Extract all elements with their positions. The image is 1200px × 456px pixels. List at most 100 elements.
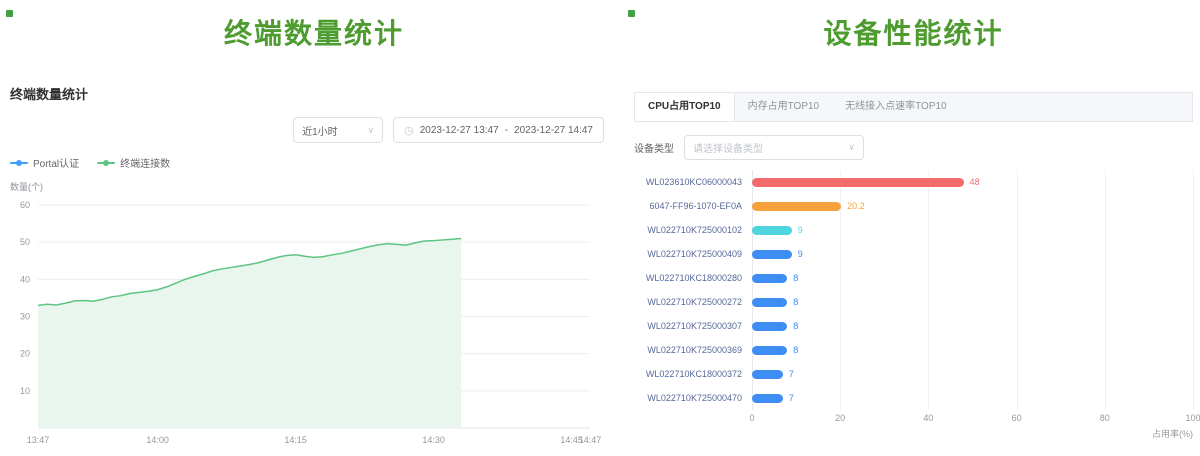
tab-1[interactable]: 内存占用TOP10 xyxy=(735,93,833,121)
svg-text:30: 30 xyxy=(20,312,30,322)
line-chart-container: 10203040506013:4714:0014:1514:3014:4514:… xyxy=(10,195,618,450)
terminal-count-area-chart: 10203040506013:4714:0014:1514:3014:4514:… xyxy=(10,195,610,450)
x-axis-tick: 60 xyxy=(1012,413,1022,423)
performance-tabs: CPU占用TOP10内存占用TOP10无线接入点速率TOP10 xyxy=(634,92,1193,122)
terminal-stats-panel: 终端数量统计 近1小时 ∨ ◷ 2023-12-27 13:47 - 2023-… xyxy=(10,84,618,450)
bar-value: 8 xyxy=(793,273,798,283)
legend-marker-icon xyxy=(10,162,28,164)
x-axis-tick: 100 xyxy=(1185,413,1200,423)
bar-category-label: 6047-FF96-1070-EF0A xyxy=(634,194,752,218)
svg-text:13:47: 13:47 xyxy=(27,435,50,445)
bar-category-label: WL022710K725000102 xyxy=(634,218,752,242)
svg-text:60: 60 xyxy=(20,200,30,210)
bar[interactable] xyxy=(752,178,964,187)
chevron-down-icon: ∨ xyxy=(848,142,855,153)
bar-row: 7 xyxy=(752,386,1193,410)
svg-text:14:00: 14:00 xyxy=(146,435,169,445)
terminal-stats-section: 终端数量统计 终端数量统计 近1小时 ∨ ◷ 2023-12-27 13:47 … xyxy=(0,0,618,456)
date-range-separator: - xyxy=(505,125,508,136)
bar-row: 8 xyxy=(752,290,1193,314)
bar-category-label: WL022710KC18000280 xyxy=(634,266,752,290)
bar-value: 7 xyxy=(789,393,794,403)
bar-value: 20.2 xyxy=(847,201,865,211)
chart-legend: Portal认证 终端连接数 xyxy=(10,155,618,170)
terminal-stats-heading: 终端数量统计 xyxy=(10,12,618,52)
bar[interactable] xyxy=(752,274,787,283)
grid-line xyxy=(1193,170,1194,410)
device-type-row: 设备类型 请选择设备类型 ∨ xyxy=(634,135,1193,160)
tab-2[interactable]: 无线接入点速率TOP10 xyxy=(832,93,960,121)
bar-row: 20.2 xyxy=(752,194,1193,218)
legend-item-0[interactable]: Portal认证 xyxy=(10,155,79,170)
bar[interactable] xyxy=(752,322,787,331)
bar-value: 8 xyxy=(793,345,798,355)
bar-rows: 48 20.2 9 9 8 8 8 8 7 7 xyxy=(752,170,1193,410)
bar-value: 48 xyxy=(970,177,980,187)
bar-category-label: WL022710K725000272 xyxy=(634,290,752,314)
date-range-start: 2023-12-27 13:47 xyxy=(420,125,499,136)
bar-row: 7 xyxy=(752,362,1193,386)
x-axis-tick: 0 xyxy=(749,413,754,423)
svg-text:14:15: 14:15 xyxy=(284,435,307,445)
bar-category-label: WL023610KC06000043 xyxy=(634,170,752,194)
bar[interactable] xyxy=(752,298,787,307)
bar-category-label: WL022710KC18000372 xyxy=(634,362,752,386)
bar-plot-area: 4820.299888877 020406080100 占用率(%) xyxy=(752,170,1193,440)
bar-value: 8 xyxy=(793,321,798,331)
device-type-select[interactable]: 请选择设备类型 ∨ xyxy=(684,135,864,160)
x-axis-tick: 80 xyxy=(1100,413,1110,423)
date-range-picker[interactable]: ◷ 2023-12-27 13:47 - 2023-12-27 14:47 xyxy=(393,117,604,143)
date-range-end: 2023-12-27 14:47 xyxy=(514,125,593,136)
bar[interactable] xyxy=(752,202,841,211)
svg-text:50: 50 xyxy=(20,237,30,247)
legend-label: Portal认证 xyxy=(33,155,79,170)
bar-category-labels: WL023610KC060000436047-FF96-1070-EF0AWL0… xyxy=(634,170,752,440)
time-range-select[interactable]: 近1小时 ∨ xyxy=(293,117,383,143)
tab-0[interactable]: CPU占用TOP10 xyxy=(635,93,735,121)
device-performance-panel: CPU占用TOP10内存占用TOP10无线接入点速率TOP10 设备类型 请选择… xyxy=(634,92,1193,440)
legend-item-1[interactable]: 终端连接数 xyxy=(97,155,170,170)
bar-row: 9 xyxy=(752,218,1193,242)
cpu-top10-bar-chart: WL023610KC060000436047-FF96-1070-EF0AWL0… xyxy=(634,170,1193,440)
time-range-value: 近1小时 xyxy=(302,123,338,138)
device-performance-section: 设备性能统计 CPU占用TOP10内存占用TOP10无线接入点速率TOP10 设… xyxy=(618,0,1200,456)
bar[interactable] xyxy=(752,346,787,355)
bar-x-axis: 020406080100 xyxy=(752,413,1193,426)
x-axis-tick: 20 xyxy=(835,413,845,423)
svg-text:10: 10 xyxy=(20,386,30,396)
bar-value: 9 xyxy=(798,225,803,235)
x-axis-tick: 40 xyxy=(923,413,933,423)
svg-text:20: 20 xyxy=(20,349,30,359)
bar-row: 8 xyxy=(752,314,1193,338)
clock-icon: ◷ xyxy=(404,124,414,137)
legend-label: 终端连接数 xyxy=(120,155,170,170)
bar-value: 7 xyxy=(789,369,794,379)
svg-text:14:47: 14:47 xyxy=(579,435,602,445)
dashboard: 终端数量统计 终端数量统计 近1小时 ∨ ◷ 2023-12-27 13:47 … xyxy=(0,0,1200,456)
bar-category-label: WL022710K725000409 xyxy=(634,242,752,266)
bar[interactable] xyxy=(752,370,783,379)
chart-controls: 近1小时 ∨ ◷ 2023-12-27 13:47 - 2023-12-27 1… xyxy=(10,117,604,143)
bar-row: 8 xyxy=(752,266,1193,290)
bar-value: 8 xyxy=(793,297,798,307)
section-bullet-icon xyxy=(628,10,635,17)
bar-row: 8 xyxy=(752,338,1193,362)
bar-value: 9 xyxy=(798,249,803,259)
bar-category-label: WL022710K725000470 xyxy=(634,386,752,410)
bar-category-label: WL022710K725000307 xyxy=(634,314,752,338)
chevron-down-icon: ∨ xyxy=(368,125,375,136)
device-performance-heading: 设备性能统计 xyxy=(634,12,1193,52)
bar[interactable] xyxy=(752,394,783,403)
bar-row: 9 xyxy=(752,242,1193,266)
svg-text:40: 40 xyxy=(20,274,30,284)
bar-x-axis-label: 占用率(%) xyxy=(752,427,1193,440)
bar-category-label: WL022710K725000369 xyxy=(634,338,752,362)
section-bullet-icon xyxy=(6,10,13,17)
y-axis-label: 数量(个) xyxy=(10,180,618,193)
panel-title: 终端数量统计 xyxy=(10,84,618,103)
device-type-label: 设备类型 xyxy=(634,140,674,155)
legend-marker-icon xyxy=(97,162,115,164)
bar[interactable] xyxy=(752,226,792,235)
svg-text:14:30: 14:30 xyxy=(422,435,445,445)
bar[interactable] xyxy=(752,250,792,259)
